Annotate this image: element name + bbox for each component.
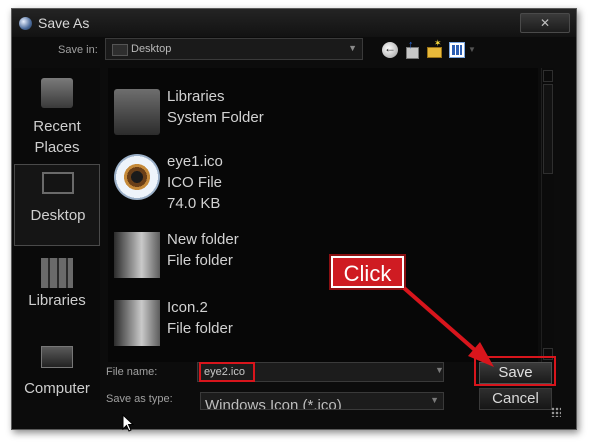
item-type: File folder — [167, 252, 233, 269]
item-name: New folder — [167, 231, 239, 248]
folder-icon — [114, 232, 160, 278]
item-name: Libraries — [167, 88, 225, 105]
folder-icon — [112, 44, 128, 56]
list-item[interactable]: Libraries System Folder — [108, 81, 528, 147]
save-as-type-value: Windows Icon (*.ico) — [205, 397, 342, 410]
place-label: Computer — [24, 380, 90, 397]
places-bar: Recent Places Desktop Libraries Computer — [14, 68, 100, 400]
place-label: Recent Places — [33, 118, 81, 156]
views-icon[interactable] — [449, 42, 465, 58]
place-desktop[interactable]: Desktop — [14, 164, 100, 246]
dialog-title: Save As — [38, 15, 90, 31]
list-item[interactable]: New folder File folder — [108, 224, 528, 290]
place-computer[interactable]: Computer — [14, 340, 100, 400]
libraries-icon — [41, 258, 73, 288]
title-bar: Save As ✕ — [12, 9, 576, 37]
cancel-button[interactable]: Cancel — [479, 388, 552, 410]
file-list: Libraries System Folder eye1.ico ICO Fil… — [108, 68, 538, 362]
item-name: eye1.ico — [167, 153, 223, 170]
scroll-up-button[interactable] — [543, 70, 553, 82]
app-icon — [19, 17, 32, 30]
folder-icon — [114, 300, 160, 346]
list-item[interactable]: eye1.ico ICO File 74.0 KB — [108, 146, 528, 216]
save-in-value: Desktop — [131, 43, 172, 55]
chevron-down-icon: ▼ — [348, 43, 357, 53]
desktop-icon — [42, 172, 74, 194]
up-folder-icon[interactable] — [404, 39, 420, 59]
save-highlight-box — [474, 356, 556, 386]
save-in-label: Save in: — [58, 44, 98, 56]
eye-icon — [114, 154, 160, 200]
place-recent-places[interactable]: Recent Places — [14, 74, 100, 164]
back-icon[interactable] — [382, 41, 398, 58]
computer-icon — [41, 346, 73, 368]
file-name-label: File name: — [106, 366, 158, 378]
place-libraries[interactable]: Libraries — [14, 252, 100, 332]
chevron-down-icon[interactable]: ▼ — [435, 365, 444, 375]
chevron-down-icon: ▼ — [430, 395, 439, 405]
list-item[interactable]: Icon.2 File folder — [108, 292, 528, 358]
save-in-dropdown[interactable]: Desktop ▼ — [105, 38, 363, 60]
close-button[interactable]: ✕ — [520, 13, 570, 33]
item-type: ICO File — [167, 174, 223, 191]
item-name: Icon.2 — [167, 299, 208, 316]
item-type: File folder — [167, 320, 233, 337]
new-folder-icon[interactable] — [426, 38, 442, 58]
item-type: System Folder — [167, 109, 264, 126]
save-as-type-dropdown[interactable]: Windows Icon (*.ico) ▼ — [200, 392, 444, 410]
save-as-type-label: Save as type: — [106, 393, 173, 405]
place-label: Desktop — [30, 207, 86, 224]
place-label: Libraries — [28, 292, 86, 309]
mouse-cursor-icon — [122, 414, 135, 432]
item-size: 74.0 KB — [167, 195, 221, 212]
click-callout: Click — [331, 256, 404, 288]
views-dropdown-icon[interactable]: ▼ — [468, 45, 476, 54]
file-name-value[interactable]: eye2.ico — [199, 362, 255, 382]
recent-places-icon — [41, 78, 73, 108]
vertical-scrollbar[interactable] — [541, 68, 554, 362]
libraries-folder-icon — [114, 89, 160, 135]
resize-grip[interactable] — [551, 407, 561, 417]
scroll-thumb[interactable] — [543, 84, 553, 174]
